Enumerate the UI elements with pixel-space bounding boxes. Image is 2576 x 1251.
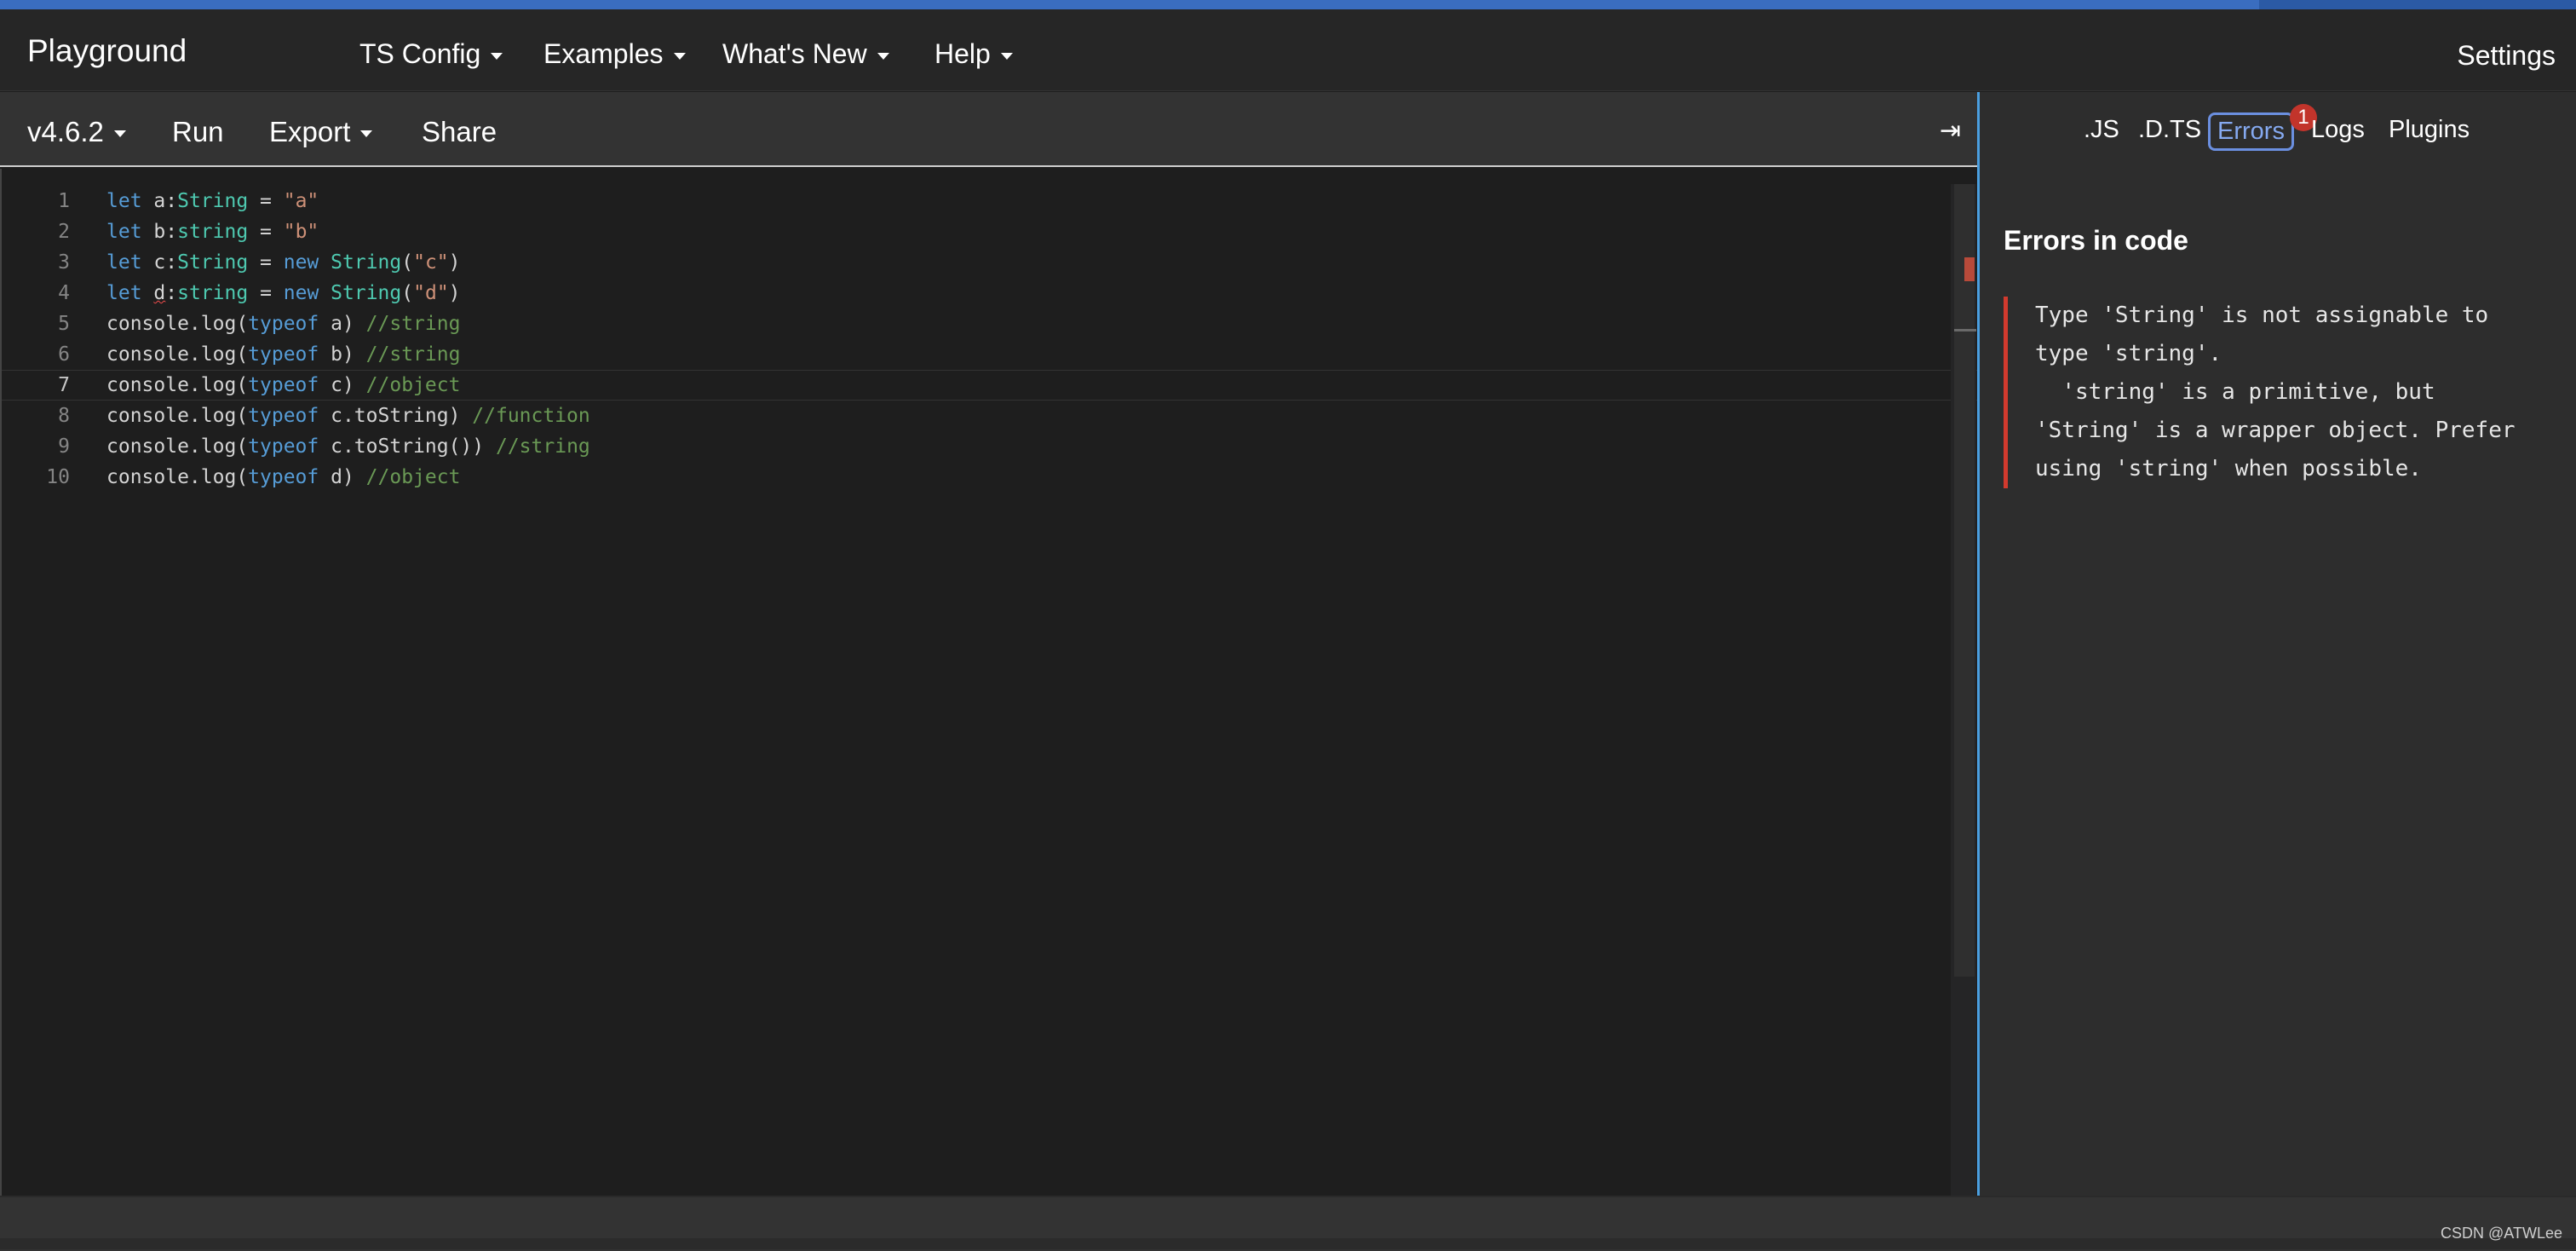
- collapse-sidebar-icon[interactable]: ⇥: [1940, 116, 1961, 146]
- version-dropdown[interactable]: v4.6.2: [27, 116, 126, 148]
- line-number: 10: [46, 466, 70, 488]
- editor-toolbar: v4.6.2 Run Export Share ⇥: [0, 92, 1978, 167]
- export-dropdown[interactable]: Export: [269, 116, 373, 148]
- line-number: 6: [58, 343, 70, 366]
- chevron-down-icon: [673, 52, 686, 60]
- line-number: 3: [58, 251, 70, 274]
- code-line[interactable]: console.log(typeof c.toString) //functio…: [106, 401, 1946, 431]
- nav-ts-config-label: TS Config: [359, 38, 481, 69]
- sidebar-panel: .JS .D.TS Errors 1 Logs Plugins Errors i…: [1980, 92, 2576, 1198]
- tab-logs[interactable]: Logs: [2311, 116, 2365, 144]
- code-line[interactable]: let b:string = "b": [106, 216, 1946, 247]
- top-navbar: Playground TS Config Examples What's New…: [0, 9, 2576, 91]
- nav-whats-new[interactable]: What's New: [722, 38, 889, 70]
- error-message-box: Type 'String' is not assignable to type …: [2004, 297, 2549, 488]
- code-line[interactable]: console.log(typeof c) //object: [2, 370, 1981, 401]
- nav-ts-config[interactable]: TS Config: [359, 38, 503, 70]
- nav-examples[interactable]: Examples: [543, 38, 686, 70]
- error-marker: [1964, 257, 1975, 281]
- status-bar-bottom: [0, 1238, 2576, 1249]
- share-button[interactable]: Share: [422, 116, 497, 148]
- code-line[interactable]: let a:String = "a": [106, 186, 1946, 216]
- errors-heading: Errors in code: [2004, 225, 2188, 256]
- line-number-gutter: 1 2 3 4 5 6 7 8 9 10: [2, 186, 70, 493]
- line-number: 1: [58, 190, 70, 212]
- code-line[interactable]: console.log(typeof b) //string: [106, 339, 1946, 370]
- line-number: 4: [58, 282, 70, 304]
- tab-errors[interactable]: Errors: [2208, 112, 2294, 151]
- nav-help[interactable]: Help: [934, 38, 1013, 70]
- watermark: CSDN @ATWLee: [2441, 1225, 2562, 1242]
- tab-plugins[interactable]: Plugins: [2389, 116, 2470, 144]
- tab-dts[interactable]: .D.TS: [2138, 116, 2201, 144]
- code-line[interactable]: console.log(typeof d) //object: [106, 462, 1946, 493]
- settings-link[interactable]: Settings: [2457, 40, 2556, 72]
- code-lines[interactable]: let a:String = "a" let b:string = "b" le…: [2, 186, 1981, 493]
- chevron-down-icon: [491, 52, 503, 60]
- line-number: 8: [58, 405, 70, 427]
- line-number: 5: [58, 313, 70, 335]
- export-label: Export: [269, 116, 351, 147]
- nav-whats-new-label: What's New: [722, 38, 867, 69]
- code-line[interactable]: console.log(typeof a) //string: [106, 308, 1946, 339]
- top-accent-bar-end: [2259, 0, 2576, 9]
- version-label: v4.6.2: [27, 116, 104, 147]
- line-number: 9: [58, 435, 70, 458]
- code-editor[interactable]: 1 2 3 4 5 6 7 8 9 10 let a:String = "a" …: [0, 169, 1981, 1196]
- code-line[interactable]: let d:string = new String("d"): [106, 278, 1946, 308]
- error-message: Type 'String' is not assignable to type …: [2035, 303, 2516, 481]
- tab-js[interactable]: .JS: [2084, 116, 2119, 144]
- chevron-down-icon: [360, 130, 373, 138]
- chevron-down-icon: [113, 130, 126, 138]
- chevron-down-icon: [877, 52, 889, 60]
- line-number: 2: [58, 221, 70, 243]
- brand-logo[interactable]: Playground: [27, 33, 187, 69]
- scrollbar-thumb[interactable]: [1954, 184, 1975, 977]
- nav-help-label: Help: [934, 38, 991, 69]
- chevron-down-icon: [1000, 52, 1013, 60]
- code-line[interactable]: console.log(typeof c.toString()) //strin…: [106, 431, 1946, 462]
- code-line[interactable]: let c:String = new String("c"): [106, 247, 1946, 278]
- run-button[interactable]: Run: [172, 116, 224, 148]
- top-accent-bar: [0, 0, 2576, 9]
- scroll-position-indicator: [1954, 329, 1976, 331]
- status-bar: [0, 1196, 2576, 1251]
- sidebar-tabs: .JS .D.TS Errors 1 Logs Plugins: [1980, 92, 2576, 167]
- nav-examples-label: Examples: [543, 38, 664, 69]
